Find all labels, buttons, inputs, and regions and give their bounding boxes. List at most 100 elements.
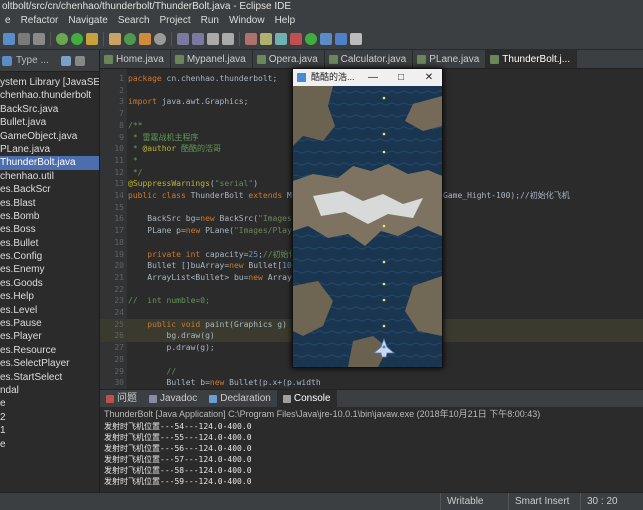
menu-item[interactable]: Run bbox=[196, 14, 224, 28]
code-token: java.awt.Graphics; bbox=[161, 97, 249, 107]
pin-editor-icon[interactable] bbox=[245, 32, 257, 45]
code-token: new bbox=[229, 261, 249, 271]
console-view[interactable]: ThunderBolt [Java Application] C:\Progra… bbox=[100, 407, 643, 492]
tree-item[interactable]: PLane.java bbox=[0, 143, 99, 156]
tree-item[interactable]: es.Bullet bbox=[0, 237, 99, 250]
debug-icon[interactable] bbox=[56, 32, 68, 45]
menu-item[interactable]: Navigate bbox=[63, 14, 112, 28]
menu-item[interactable]: Window bbox=[224, 14, 270, 28]
bottom-tab[interactable]: Declaration bbox=[203, 390, 277, 407]
package-explorer-tab[interactable]: Type ... bbox=[0, 50, 99, 72]
minimize-button[interactable]: — bbox=[359, 69, 387, 86]
line-number: 7 bbox=[119, 109, 124, 119]
code-token: * 雷霆战机主程序 bbox=[128, 132, 199, 142]
code-token: Bullet[ bbox=[248, 261, 283, 271]
run-last-icon[interactable] bbox=[305, 32, 317, 45]
tree-item[interactable]: e bbox=[0, 397, 99, 410]
step-icon[interactable] bbox=[320, 32, 332, 45]
breakpoint-icon[interactable] bbox=[335, 32, 347, 45]
tree-item[interactable]: 1 bbox=[0, 424, 99, 437]
external-tools-icon[interactable] bbox=[290, 32, 302, 45]
menu-item[interactable]: Project bbox=[155, 14, 196, 28]
tree-item[interactable]: es.Pause bbox=[0, 317, 99, 330]
menu-item[interactable]: Help bbox=[270, 14, 301, 28]
tree-item[interactable]: ndal bbox=[0, 384, 99, 397]
editor-tab[interactable]: Opera.java bbox=[253, 50, 325, 68]
save-icon[interactable] bbox=[18, 32, 30, 45]
tree-item[interactable]: e bbox=[0, 438, 99, 451]
tree-item[interactable]: ThunderBolt.java bbox=[0, 156, 99, 170]
line-number: 30 bbox=[114, 378, 124, 388]
code-token: * bbox=[128, 144, 143, 154]
tree-item[interactable]: ystem Library [JavaSE- bbox=[0, 76, 99, 89]
editor-tab[interactable]: PLane.java bbox=[413, 50, 487, 68]
skip-icon[interactable] bbox=[350, 32, 362, 45]
tree-item[interactable]: es.Bomb bbox=[0, 210, 99, 223]
editor-tab[interactable]: Calculator.java bbox=[325, 50, 414, 68]
tree-item[interactable]: GameObject.java bbox=[0, 130, 99, 143]
tree-item[interactable]: Bullet.java bbox=[0, 116, 99, 129]
menu-item[interactable]: Search bbox=[113, 14, 155, 28]
back-icon[interactable] bbox=[207, 32, 219, 45]
tree-item[interactable]: es.Player bbox=[0, 330, 99, 343]
tree-item[interactable]: es.Help bbox=[0, 290, 99, 303]
run-icon[interactable] bbox=[71, 32, 83, 45]
next-annotation-icon[interactable] bbox=[177, 32, 189, 45]
maximize-button[interactable]: □ bbox=[387, 69, 415, 86]
code-token: Bullet b= bbox=[128, 378, 210, 388]
line-number: 21 bbox=[114, 272, 124, 282]
bottom-tab[interactable]: Console bbox=[276, 390, 337, 407]
tree-item[interactable]: es.SelectPlayer bbox=[0, 357, 99, 370]
bottom-tab[interactable]: Javadoc bbox=[143, 390, 203, 407]
tree-item[interactable]: chenhao.util bbox=[0, 170, 99, 183]
tree-item[interactable]: chenhao.thunderbolt bbox=[0, 89, 99, 102]
bottom-tab[interactable]: 问题 bbox=[100, 390, 143, 407]
line-number: 14 bbox=[114, 191, 124, 200]
forward-icon[interactable] bbox=[222, 32, 234, 45]
status-writable: Writable bbox=[440, 493, 508, 510]
new-icon[interactable] bbox=[3, 32, 15, 45]
print-icon[interactable] bbox=[33, 32, 45, 45]
close-button[interactable]: ✕ bbox=[415, 69, 443, 86]
console-line: 发射时飞机位置---59---124.0-400.0 bbox=[104, 477, 252, 486]
last-edit-icon[interactable] bbox=[275, 32, 287, 45]
code-token: BackSrc( bbox=[219, 214, 259, 224]
tree-item[interactable]: es.Boss bbox=[0, 223, 99, 236]
tree-item[interactable]: es.StartSelect bbox=[0, 371, 99, 384]
tree-item[interactable]: es.Config bbox=[0, 250, 99, 263]
menu-item[interactable]: e bbox=[0, 14, 16, 28]
tree-item[interactable]: es.Blast bbox=[0, 197, 99, 210]
open-type-icon[interactable] bbox=[139, 32, 151, 45]
search-icon[interactable] bbox=[154, 32, 166, 45]
line-number: 17 bbox=[114, 226, 124, 236]
tree-item[interactable]: es.BackScr bbox=[0, 183, 99, 196]
tree-item[interactable]: 2 bbox=[0, 411, 99, 424]
game-canvas[interactable] bbox=[293, 86, 442, 367]
editor-tab[interactable]: Home.java bbox=[100, 50, 171, 68]
toolbar-separator bbox=[239, 31, 240, 46]
prev-annotation-icon[interactable] bbox=[192, 32, 204, 45]
tree-item[interactable]: es.Level bbox=[0, 304, 99, 317]
code-token: capacity= bbox=[205, 249, 249, 259]
collapse-all-icon[interactable] bbox=[60, 55, 71, 66]
game-window-title: 酷酷的浩... bbox=[311, 72, 355, 82]
editor-tab[interactable]: Mypanel.java bbox=[171, 50, 253, 68]
toggle-mark-icon[interactable] bbox=[260, 32, 272, 45]
editor-tab[interactable]: ThunderBolt.j... bbox=[486, 50, 578, 68]
new-package-icon[interactable] bbox=[109, 32, 121, 45]
game-window[interactable]: 酷酷的浩... — □ ✕ bbox=[292, 68, 443, 368]
coverage-icon[interactable] bbox=[86, 32, 98, 45]
tree-item[interactable]: BackSrc.java bbox=[0, 103, 99, 116]
tree-item[interactable]: es.Enemy bbox=[0, 263, 99, 276]
code-token: new bbox=[185, 226, 206, 236]
line-number: 18 bbox=[114, 237, 124, 247]
code-token: @author bbox=[142, 144, 177, 154]
tree-item[interactable]: es.Goods bbox=[0, 277, 99, 290]
code-token: ) bbox=[253, 179, 259, 189]
menu-item[interactable]: Refactor bbox=[16, 14, 64, 28]
tree-item[interactable]: es.Resource bbox=[0, 344, 99, 357]
code-token: public void bbox=[128, 319, 206, 329]
console-header: ThunderBolt [Java Application] C:\Progra… bbox=[104, 409, 541, 419]
new-class-icon[interactable] bbox=[124, 32, 136, 45]
link-editor-icon[interactable] bbox=[74, 55, 85, 66]
